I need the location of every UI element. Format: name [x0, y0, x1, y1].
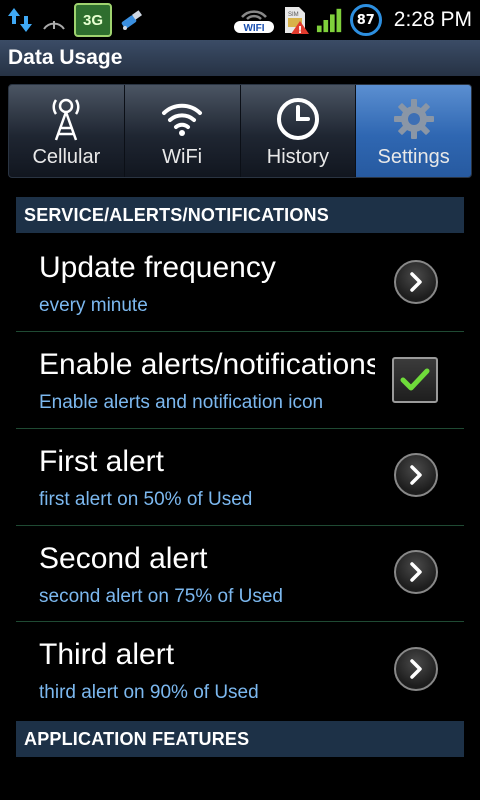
tab-wifi[interactable]: WiFi [125, 85, 241, 177]
battery-icon: 87 [349, 4, 382, 36]
setting-title: Enable alerts/notifications [39, 348, 375, 381]
setting-subtitle: third alert on 90% of Used [39, 682, 259, 703]
chevron-right-icon[interactable] [394, 647, 438, 691]
setting-enable-alerts[interactable]: Enable alerts/notifications Enable alert… [16, 332, 464, 429]
gear-icon [392, 96, 436, 142]
setting-subtitle: every minute [39, 295, 148, 316]
tab-label: Cellular [32, 146, 101, 168]
tab-label: WiFi [162, 146, 203, 168]
tab-cellular[interactable]: Cellular [9, 85, 125, 177]
svg-text:!: ! [298, 25, 303, 35]
wifi-status-icon: WIFI [232, 6, 276, 34]
chevron-right-icon[interactable] [394, 550, 438, 594]
sim-badge-text: SIM [288, 12, 299, 18]
tab-label: History [266, 146, 329, 168]
section-title: SERVICE/ALERTS/NOTIFICATIONS [24, 204, 329, 225]
setting-subtitle: second alert on 75% of Used [39, 586, 283, 607]
status-time: 2:28 PM [393, 8, 472, 31]
setting-title: First alert [39, 445, 165, 478]
signal-arc-icon [40, 6, 68, 34]
data-transfer-icon [6, 6, 34, 34]
setting-second-alert[interactable]: Second alert second alert on 75% of Used [16, 526, 464, 622]
setting-title: Second alert [39, 542, 208, 575]
tab-settings[interactable]: Settings [356, 85, 471, 177]
setting-subtitle: first alert on 50% of Used [39, 489, 253, 510]
cell-signal-icon [316, 6, 344, 34]
section-header-app-features: APPLICATION FEATURES [16, 721, 464, 757]
sim-warning-icon: SIM ! [282, 6, 310, 35]
setting-title: Third alert [39, 638, 175, 671]
clock-icon [276, 96, 320, 142]
tab-bar: Cellular WiFi History Settings [8, 84, 472, 178]
cell-tower-icon [46, 96, 86, 142]
tab-label: Settings [377, 146, 450, 168]
setting-update-frequency[interactable]: Update frequency every minute [16, 233, 464, 332]
usb-icon [118, 6, 146, 34]
chevron-right-icon[interactable] [394, 260, 438, 304]
section-header-service: SERVICE/ALERTS/NOTIFICATIONS [16, 197, 464, 233]
setting-third-alert[interactable]: Third alert third alert on 90% of Used [16, 622, 464, 721]
setting-first-alert[interactable]: First alert first alert on 50% of Used [16, 429, 464, 526]
section-title: APPLICATION FEATURES [24, 728, 250, 749]
setting-subtitle: Enable alerts and notification icon [39, 392, 324, 413]
network-3g-icon: 3G [74, 3, 112, 37]
enable-alerts-checkbox[interactable] [392, 357, 438, 403]
page-title: Data Usage [8, 46, 123, 69]
setting-title: Update frequency [39, 251, 276, 284]
title-bar: Data Usage [0, 40, 480, 77]
wifi-icon [160, 96, 204, 142]
chevron-right-icon[interactable] [394, 453, 438, 497]
checkmark-icon [400, 368, 430, 391]
status-bar: 3G WIFI SIM ! 87 2:28 PM [0, 0, 480, 40]
tab-history[interactable]: History [241, 85, 357, 177]
wifi-badge-text: WIFI [243, 23, 264, 34]
